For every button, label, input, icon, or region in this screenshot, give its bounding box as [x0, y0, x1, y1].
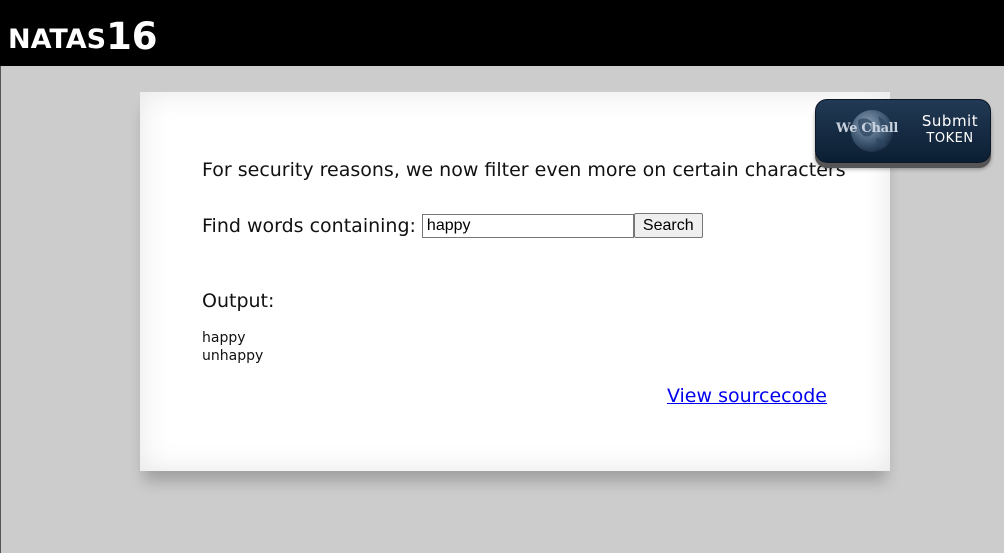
- view-sourcecode-link[interactable]: View sourcecode: [667, 385, 827, 407]
- page-title-prefix: NATAS: [8, 24, 107, 55]
- search-button[interactable]: Search: [633, 213, 703, 238]
- token-label: TOKEN: [926, 131, 974, 146]
- page-title: NATAS16: [8, 14, 158, 58]
- header-bar: NATAS16: [0, 0, 1004, 66]
- output-label: Output:: [202, 290, 275, 312]
- page: NATAS16 For security reasons, we now fil…: [0, 0, 1004, 553]
- output-word: unhappy: [202, 348, 264, 364]
- page-title-number: 16: [106, 15, 158, 58]
- submit-label: Submit: [921, 112, 979, 130]
- search-form: Find words containing: Search: [202, 213, 703, 238]
- output-word: happy: [202, 330, 246, 346]
- window-left-border: [0, 0, 1, 553]
- search-label: Find words containing:: [202, 214, 416, 237]
- submit-token-label: Submit TOKEN: [914, 112, 986, 148]
- wechall-logo-text: We Chall: [836, 121, 899, 136]
- output-list: happy unhappy: [202, 329, 263, 365]
- wechall-submit-token-button[interactable]: We Chall Submit TOKEN: [815, 99, 991, 163]
- intro-text: For security reasons, we now filter even…: [202, 159, 846, 181]
- content-panel: For security reasons, we now filter even…: [140, 92, 890, 471]
- search-input[interactable]: [421, 213, 634, 238]
